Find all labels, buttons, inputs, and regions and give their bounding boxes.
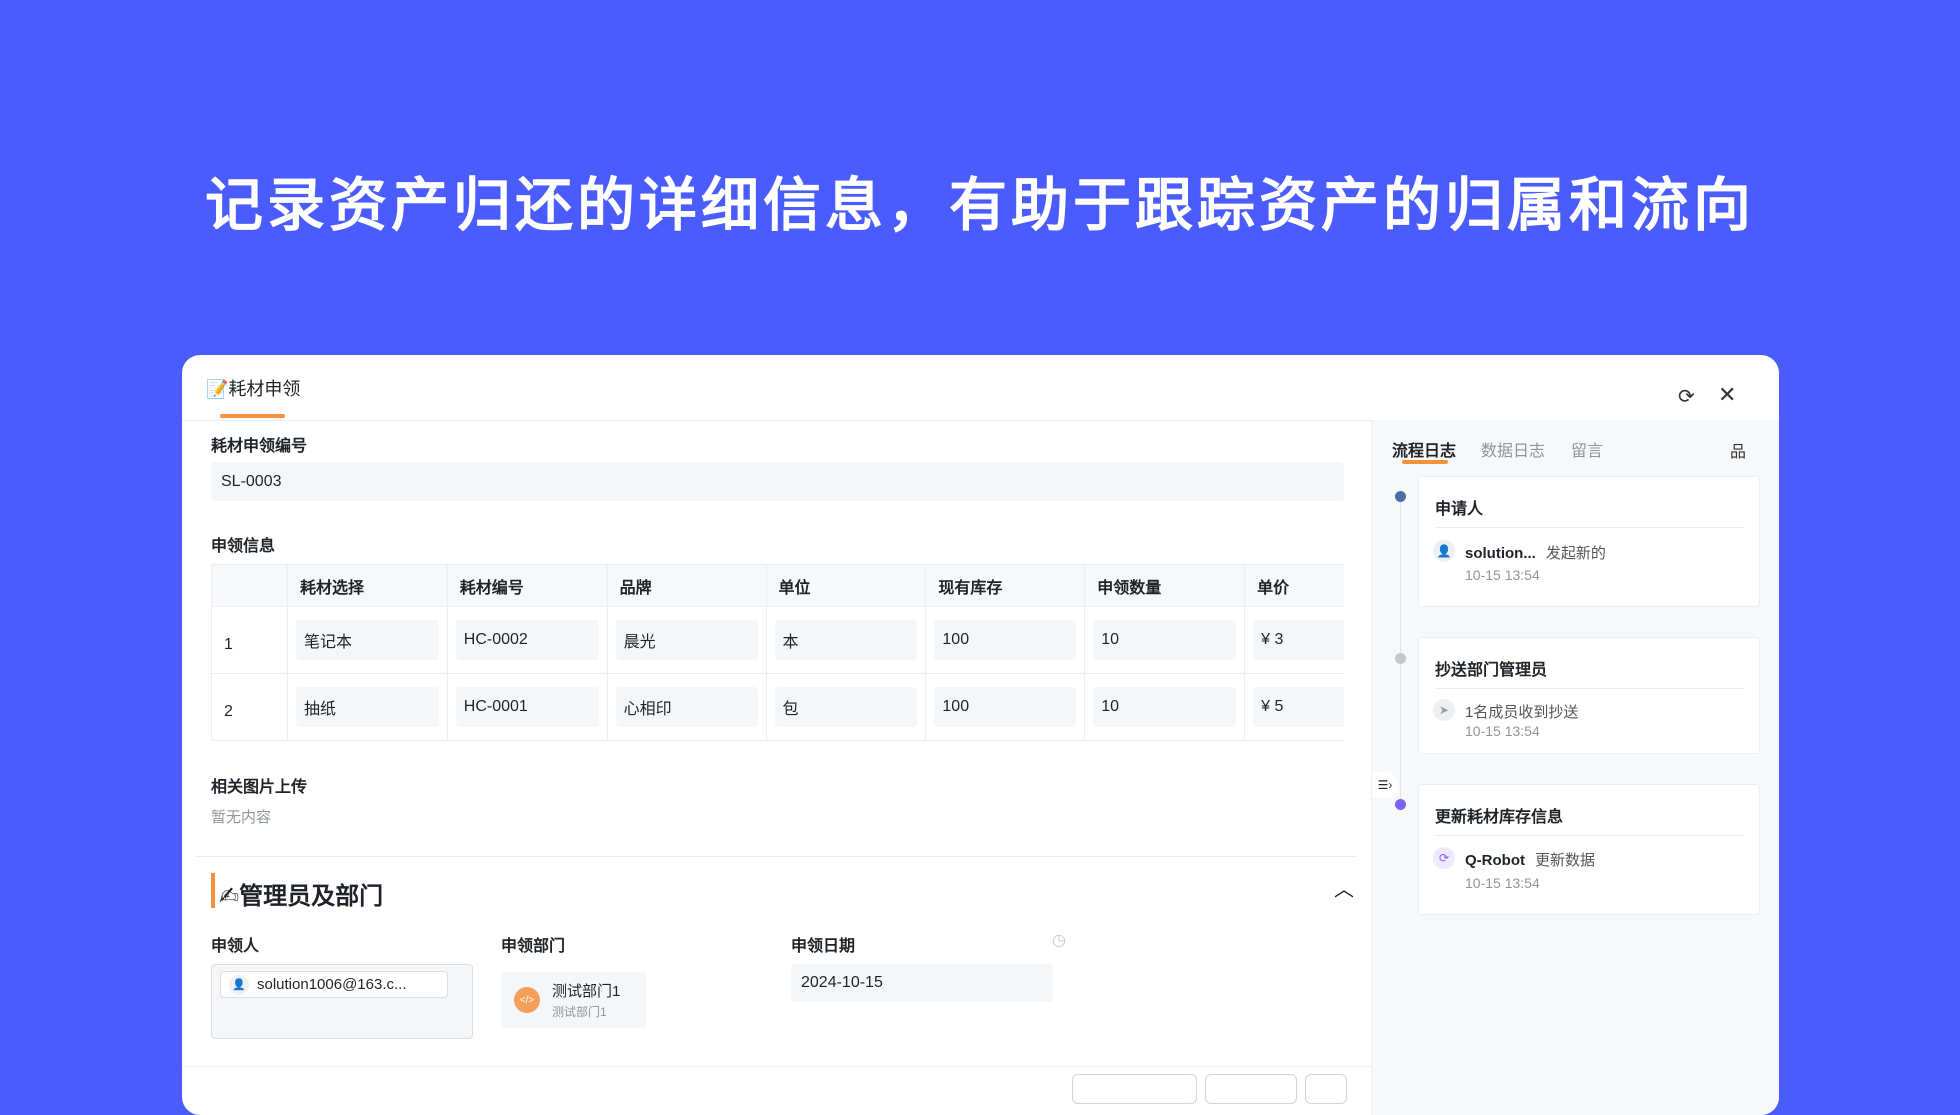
section-title: ✍管理员及部门: [219, 876, 383, 911]
dept-name: 测试部门1: [552, 980, 620, 1001]
date-label: 申领日期: [791, 932, 855, 956]
log-panel: 流程日志 数据日志 留言 品 ☰› 申请人 👤 solution... 发起新的 …: [1371, 420, 1779, 1115]
cell[interactable]: 笔记本: [296, 620, 439, 660]
log-row: Q-Robot 更新数据: [1465, 849, 1595, 870]
memo-icon: 📝: [206, 379, 228, 399]
tab-comments[interactable]: 留言: [1571, 437, 1603, 461]
col-header: 申领数量: [1085, 565, 1245, 607]
cell[interactable]: 10: [1093, 687, 1236, 727]
dept-sub: 测试部门1: [552, 1003, 607, 1020]
col-header: 耗材编号: [447, 565, 607, 607]
clock-icon: ◷: [1052, 930, 1066, 950]
title-underline: [220, 414, 285, 418]
log-action: 发起新的: [1546, 545, 1606, 562]
dept-card[interactable]: </> 测试部门1 测试部门1: [501, 972, 646, 1028]
headline: 记录资产归还的详细信息，有助于跟踪资产的归属和流向: [0, 158, 1960, 242]
timeline-dot: [1395, 491, 1406, 502]
refresh-icon[interactable]: ⟳: [1678, 384, 1695, 409]
card-divider: [1435, 688, 1745, 689]
title-text: 耗材申领: [228, 379, 300, 399]
col-header: 现有库存: [926, 565, 1085, 607]
table-header: 耗材选择 耗材编号 品牌 单位 现有库存 申领数量 单价: [212, 565, 1345, 607]
code-label: 耗材申领编号: [211, 432, 307, 456]
table-row: 2 抽纸 HC-0001 心相印 包 100 10 ¥ 5: [212, 674, 1345, 741]
cell[interactable]: ¥ 3: [1253, 620, 1344, 660]
applicant-value: solution1006@163.c...: [257, 976, 407, 993]
info-label: 申领信息: [211, 532, 275, 556]
upload-empty: 暂无内容: [211, 806, 271, 827]
log-time: 10-15 13:54: [1465, 723, 1540, 739]
log-title: 更新耗材库存信息: [1435, 803, 1563, 827]
tab-flow-log[interactable]: 流程日志: [1392, 437, 1456, 461]
user-avatar-icon: 👤: [229, 975, 249, 995]
col-header: 单位: [766, 565, 926, 607]
log-card: 更新耗材库存信息 ⟳ Q-Robot 更新数据 10-15 13:54: [1418, 784, 1760, 915]
log-time: 10-15 13:54: [1465, 875, 1540, 891]
cell[interactable]: HC-0001: [456, 687, 599, 727]
col-header: [212, 565, 288, 607]
code-field[interactable]: SL-0003: [211, 462, 1344, 501]
expand-handle-icon[interactable]: ☰›: [1372, 772, 1398, 798]
log-actor: solution...: [1465, 545, 1536, 562]
section-divider: [196, 856, 1356, 857]
section-accent-bar: [211, 873, 215, 908]
row-index: 1: [212, 607, 288, 674]
footer-button[interactable]: [1305, 1074, 1347, 1104]
log-card: 抄送部门管理员 ➤ 1名成员收到抄送 10-15 13:54: [1418, 637, 1760, 754]
table-row: 1 笔记本 HC-0002 晨光 本 100 10 ¥ 3: [212, 607, 1345, 674]
user-avatar-icon: 👤: [1433, 540, 1455, 562]
log-title: 抄送部门管理员: [1435, 656, 1547, 680]
log-action: 1名成员收到抄送: [1465, 704, 1578, 721]
card-divider: [1435, 527, 1745, 528]
dialog-title: 📝耗材申领: [206, 375, 300, 401]
section-title-text: 管理员及部门: [239, 883, 383, 910]
cell[interactable]: HC-0002: [456, 620, 599, 660]
card-divider: [1435, 835, 1745, 836]
log-action: 更新数据: [1535, 852, 1595, 869]
cell[interactable]: 本: [775, 620, 918, 660]
chevron-up-icon[interactable]: ︿: [1334, 873, 1354, 902]
col-header: 品牌: [607, 565, 766, 607]
log-row: 1名成员收到抄送: [1465, 701, 1578, 722]
footer-divider: [182, 1066, 1371, 1067]
items-table: 耗材选择 耗材编号 品牌 单位 现有库存 申领数量 单价 1 笔记本 HC-00…: [211, 564, 1344, 741]
tab-underline: [1402, 460, 1448, 464]
applicant-label: 申领人: [211, 932, 259, 956]
row-index: 2: [212, 674, 288, 741]
cell[interactable]: ¥ 5: [1253, 687, 1344, 727]
cell[interactable]: 抽纸: [296, 687, 439, 727]
timeline-dot: [1395, 653, 1406, 664]
writing-hand-icon: ✍: [219, 883, 239, 910]
close-icon[interactable]: ✕: [1718, 382, 1736, 408]
upload-label: 相关图片上传: [211, 773, 307, 797]
dept-label: 申领部门: [501, 932, 565, 956]
tab-data-log[interactable]: 数据日志: [1481, 437, 1545, 461]
sync-icon: ⟳: [1433, 847, 1455, 869]
date-field[interactable]: 2024-10-15: [791, 964, 1053, 1002]
log-card: 申请人 👤 solution... 发起新的 10-15 13:54: [1418, 476, 1760, 607]
dialog-window: 📝耗材申领 ⟳ ✕ 耗材申领编号 SL-0003 申领信息 耗材选择 耗材编号 …: [182, 355, 1779, 1115]
log-time: 10-15 13:54: [1465, 567, 1540, 583]
applicant-chip[interactable]: 👤 solution1006@163.c...: [220, 971, 448, 998]
log-title: 申请人: [1435, 495, 1483, 519]
cell[interactable]: 包: [775, 687, 918, 727]
timeline-line: [1400, 495, 1401, 805]
cell[interactable]: 10: [1093, 620, 1236, 660]
send-icon: ➤: [1433, 699, 1455, 721]
timeline-dot: [1395, 799, 1406, 810]
log-row: solution... 发起新的: [1465, 542, 1606, 563]
col-header: 耗材选择: [287, 565, 447, 607]
col-header: 单价: [1245, 565, 1344, 607]
cell[interactable]: 100: [934, 687, 1076, 727]
cell[interactable]: 100: [934, 620, 1076, 660]
cell[interactable]: 心相印: [616, 687, 758, 727]
footer-button[interactable]: [1205, 1074, 1297, 1104]
applicant-field[interactable]: 👤 solution1006@163.c...: [211, 964, 473, 1039]
org-chart-icon[interactable]: 品: [1730, 438, 1746, 462]
log-actor: Q-Robot: [1465, 852, 1525, 869]
cell[interactable]: 晨光: [616, 620, 758, 660]
footer-button[interactable]: [1072, 1074, 1197, 1104]
dept-code-icon: </>: [514, 987, 540, 1013]
